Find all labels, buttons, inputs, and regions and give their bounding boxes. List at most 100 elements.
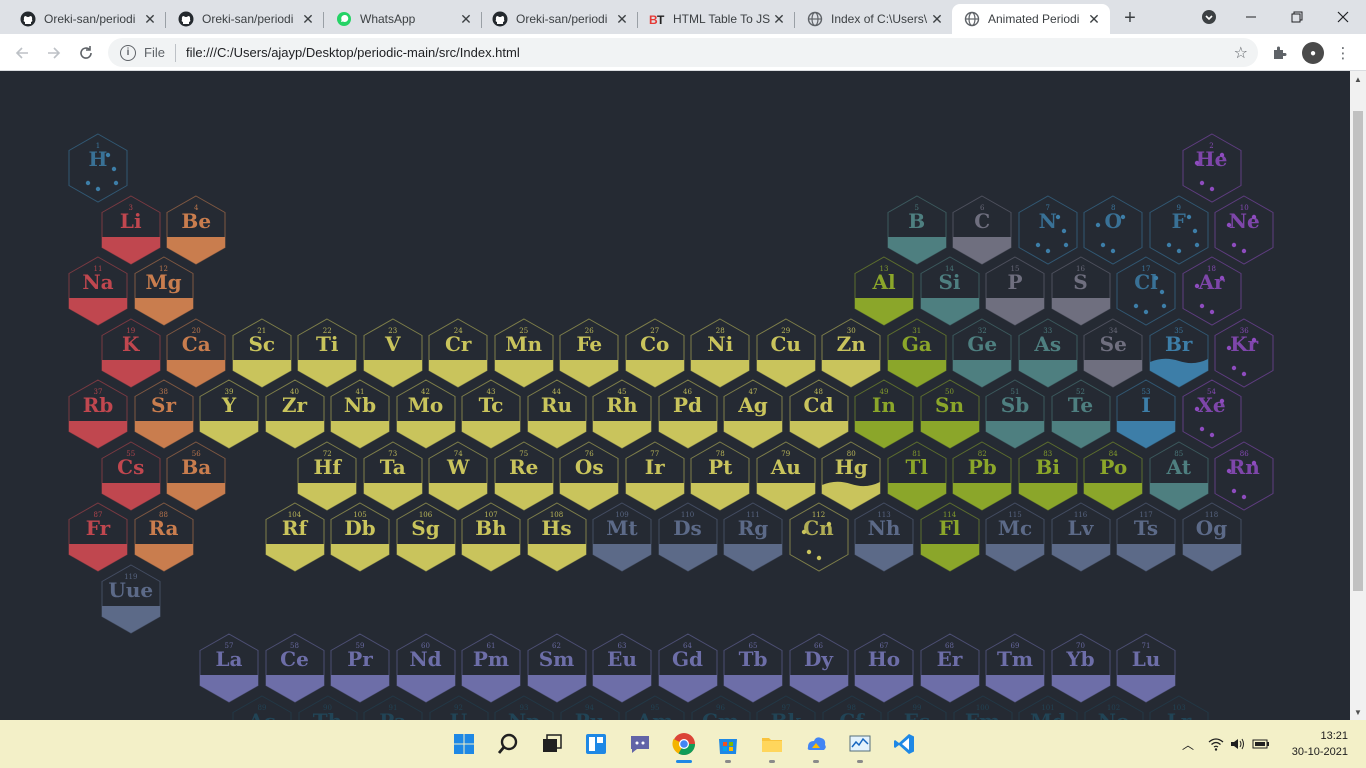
more-menu-icon[interactable]: ⋮	[1332, 42, 1354, 64]
element-tile-am[interactable]: 95Am	[625, 694, 685, 720]
element-tile-n[interactable]: 7N	[1018, 194, 1078, 265]
element-tile-p[interactable]: 15 P	[985, 256, 1045, 326]
close-tab-icon[interactable]: ✕	[1086, 11, 1102, 27]
element-tile-bi[interactable]: 83 Bi	[1018, 440, 1078, 511]
element-tile-sr[interactable]: 38 Sr	[134, 379, 194, 449]
element-tile-w[interactable]: 74 W	[428, 440, 488, 511]
element-tile-rb[interactable]: 37 Rb	[68, 379, 128, 449]
element-tile-pd[interactable]: 46 Pd	[658, 379, 718, 449]
browser-tab[interactable]: B T HTML Table To JS ✕	[637, 4, 795, 34]
element-tile-ca[interactable]: 20 Ca	[166, 317, 226, 388]
element-tile-ba[interactable]: 56 Ba	[166, 440, 226, 511]
element-tile-al[interactable]: 13 Al	[854, 256, 914, 326]
element-tile-db[interactable]: 105 Db	[330, 502, 390, 572]
element-tile-rg[interactable]: 111 Rg	[723, 502, 783, 572]
element-tile-no[interactable]: 102No	[1084, 694, 1144, 720]
element-tile-hs[interactable]: 108 Hs	[527, 502, 587, 572]
element-tile-lu[interactable]: 71 Lu	[1116, 633, 1176, 703]
store-icon[interactable]	[714, 730, 742, 758]
element-tile-la[interactable]: 57 La	[199, 633, 259, 703]
element-tile-tm[interactable]: 69 Tm	[985, 633, 1045, 703]
element-tile-hf[interactable]: 72 Hf	[297, 440, 357, 511]
element-tile-ce[interactable]: 58 Ce	[265, 633, 325, 703]
element-tile-np[interactable]: 93Np	[494, 694, 554, 720]
element-tile-cm[interactable]: 96Cm	[691, 694, 751, 720]
element-tile-yb[interactable]: 70 Yb	[1051, 633, 1111, 703]
element-tile-dy[interactable]: 66 Dy	[789, 633, 849, 703]
element-tile-cs[interactable]: 55 Cs	[101, 440, 161, 511]
close-window-button[interactable]	[1320, 0, 1366, 34]
element-tile-c[interactable]: 6C	[952, 194, 1012, 265]
element-tile-cd[interactable]: 48 Cd	[789, 379, 849, 449]
element-tile-pr[interactable]: 59 Pr	[330, 633, 390, 703]
windows-start-icon[interactable]	[450, 730, 478, 758]
element-tile-ac[interactable]: 89Ac	[232, 694, 292, 720]
element-tile-tc[interactable]: 43 Tc	[461, 379, 521, 449]
element-tile-nd[interactable]: 60 Nd	[396, 633, 456, 703]
element-tile-mt[interactable]: 109 Mt	[592, 502, 652, 572]
element-tile-th[interactable]: 90Th	[298, 694, 358, 720]
element-tile-ge[interactable]: 32 Ge	[952, 317, 1012, 388]
element-tile-gd[interactable]: 64 Gd	[658, 633, 718, 703]
extensions-puzzle-icon[interactable]	[1268, 42, 1290, 64]
chevron-up-icon[interactable]: ︿	[1182, 736, 1194, 753]
element-tile-mn[interactable]: 25 Mn	[494, 317, 554, 388]
file-explorer-icon[interactable]	[758, 730, 786, 758]
element-tile-bh[interactable]: 107 Bh	[461, 502, 521, 572]
element-tile-he[interactable]: 2 He	[1182, 133, 1242, 203]
element-tile-pb[interactable]: 82 Pb	[952, 440, 1012, 511]
element-tile-s[interactable]: 16 S	[1051, 256, 1111, 326]
battery-icon[interactable]	[1252, 738, 1270, 750]
vertical-scrollbar[interactable]: ▲ ▼	[1350, 71, 1366, 720]
element-tile-h[interactable]: 1H	[68, 133, 128, 203]
bookmark-star-icon[interactable]: ☆	[1234, 43, 1248, 63]
browser-tab[interactable]: Oreki-san/periodi ✕	[8, 4, 166, 34]
element-tile-pu[interactable]: 94Pu	[560, 694, 620, 720]
close-tab-icon[interactable]: ✕	[142, 11, 158, 27]
scroll-down-arrow-icon[interactable]: ▼	[1350, 704, 1366, 720]
element-tile-hg[interactable]: 80 Hg	[821, 440, 881, 511]
element-tile-li[interactable]: 3 Li	[101, 194, 161, 265]
element-tile-fl[interactable]: 114 Fl	[920, 502, 980, 572]
element-tile-sn[interactable]: 50 Sn	[920, 379, 980, 449]
element-tile-mo[interactable]: 42 Mo	[396, 379, 456, 449]
scroll-up-arrow-icon[interactable]: ▲	[1350, 71, 1366, 87]
element-tile-zn[interactable]: 30 Zn	[821, 317, 881, 388]
tab-search-button[interactable]	[1186, 0, 1232, 34]
element-tile-si[interactable]: 14 Si	[920, 256, 980, 326]
performance-monitor-icon[interactable]	[846, 730, 874, 758]
element-tile-be[interactable]: 4 Be	[166, 194, 226, 265]
element-tile-i[interactable]: 53 I	[1116, 379, 1176, 449]
search-icon[interactable]	[494, 730, 522, 758]
widgets-icon[interactable]	[582, 730, 610, 758]
profile-avatar[interactable]: ●	[1302, 42, 1324, 64]
element-tile-at[interactable]: 85 At	[1149, 440, 1209, 511]
element-tile-ir[interactable]: 77 Ir	[625, 440, 685, 511]
element-tile-mc[interactable]: 115 Mc	[985, 502, 1045, 572]
element-tile-y[interactable]: 39 Y	[199, 379, 259, 449]
element-tile-k[interactable]: 19 K	[101, 317, 161, 388]
element-tile-ni[interactable]: 28 Ni	[690, 317, 750, 388]
element-tile-re[interactable]: 75 Re	[494, 440, 554, 511]
google-drive-icon[interactable]	[802, 730, 830, 758]
element-tile-lv[interactable]: 116 Lv	[1051, 502, 1111, 572]
restore-button[interactable]	[1274, 0, 1320, 34]
element-tile-sb[interactable]: 51 Sb	[985, 379, 1045, 449]
browser-tab[interactable]: Animated Periodi ✕	[952, 4, 1110, 34]
element-tile-pa[interactable]: 91Pa	[363, 694, 423, 720]
element-tile-po[interactable]: 84 Po	[1083, 440, 1143, 511]
element-tile-in[interactable]: 49 In	[854, 379, 914, 449]
browser-tab[interactable]: Index of C:\Users\ ✕	[795, 4, 953, 34]
scrollbar-thumb[interactable]	[1353, 111, 1363, 591]
element-tile-ar[interactable]: 18 Ar	[1182, 256, 1242, 326]
reload-button[interactable]	[72, 39, 100, 67]
element-tile-cf[interactable]: 98Cf	[822, 694, 882, 720]
url-text[interactable]: file:///C:/Users/ajayp/Desktop/periodic-…	[186, 45, 520, 60]
element-tile-rn[interactable]: 86 Rn	[1214, 440, 1274, 511]
task-view-icon[interactable]	[538, 730, 566, 758]
element-tile-ts[interactable]: 117 Ts	[1116, 502, 1176, 572]
element-tile-se[interactable]: 34 Se	[1083, 317, 1143, 388]
close-tab-icon[interactable]: ✕	[771, 11, 787, 27]
element-tile-ra[interactable]: 88 Ra	[134, 502, 194, 572]
close-tab-icon[interactable]: ✕	[300, 11, 316, 27]
